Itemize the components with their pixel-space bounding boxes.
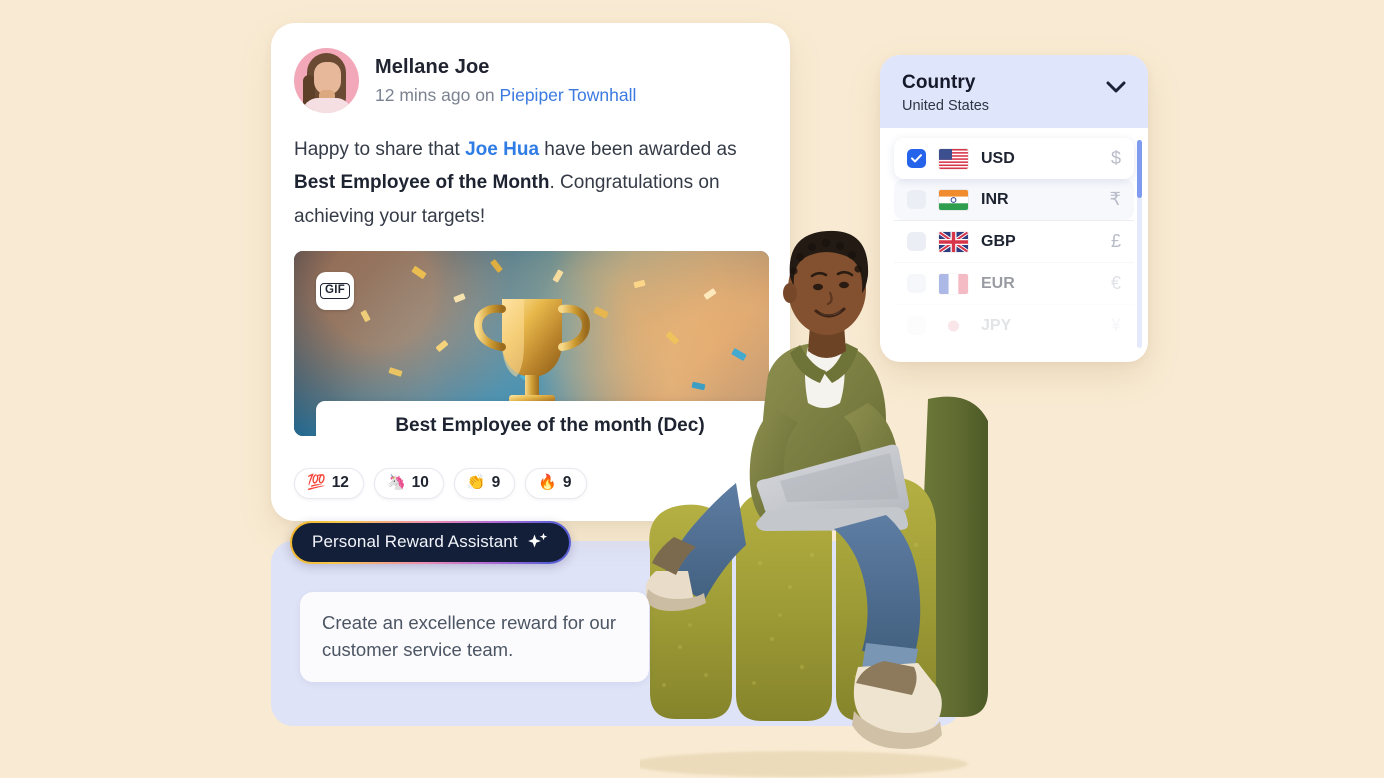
fire-icon: 🔥	[538, 474, 557, 492]
check-icon	[911, 154, 922, 163]
assistant-badge[interactable]: Personal Reward Assistant	[290, 521, 571, 564]
gif-badge-label: GIF	[319, 282, 351, 299]
currency-row[interactable]: INR ₹	[894, 179, 1134, 220]
hundred-points-reaction[interactable]: 💯 12	[294, 467, 364, 499]
clap-reaction[interactable]: 👏 9	[453, 467, 516, 499]
assistant-badge-label: Personal Reward Assistant	[312, 532, 518, 551]
currency-symbol: ₹	[1109, 189, 1121, 209]
chevron-down-icon[interactable]	[1106, 81, 1126, 94]
hero-person-illustration	[640, 230, 988, 777]
reaction-count: 10	[411, 473, 429, 491]
post-text-part2: have been awarded as	[539, 139, 737, 160]
currency-checkbox-usd[interactable]	[907, 149, 926, 168]
currency-row[interactable]: USD $	[894, 138, 1134, 179]
post-timestamp: 12 mins ago on Piepiper Townhall	[375, 84, 636, 107]
award-title: Best Employee of the Month	[294, 172, 550, 194]
assistant-prompt-text: Create an excellence reward for our cust…	[322, 612, 617, 661]
currency-code: USD	[981, 149, 1015, 167]
country-dropdown-header[interactable]: Country United States	[880, 55, 1148, 128]
fire-reaction[interactable]: 🔥 9	[525, 467, 587, 499]
hundred-points-icon: 💯	[307, 474, 326, 492]
author-name: Mellane Joe	[375, 56, 490, 79]
unicorn-icon: 🦄	[386, 474, 406, 492]
flag-us-icon	[939, 148, 968, 169]
unicorn-reaction[interactable]: 🦄 10	[373, 467, 444, 499]
clap-icon: 👏	[466, 474, 486, 492]
reaction-count: 12	[331, 473, 349, 491]
currency-symbol: £	[1110, 231, 1121, 251]
post-header: Mellane Joe 12 mins ago on Piepiper Town…	[294, 48, 767, 113]
post-text-part1: Happy to share that	[294, 139, 466, 160]
channel-link[interactable]: Piepiper Townhall	[500, 85, 637, 105]
avatar	[294, 48, 359, 113]
gif-badge: GIF	[316, 271, 354, 310]
currency-symbol: $	[1110, 148, 1121, 168]
currency-symbol: €	[1110, 273, 1121, 293]
sparkles-icon	[527, 533, 547, 548]
currency-code: INR	[981, 190, 1009, 208]
currency-checkbox-inr[interactable]	[907, 190, 926, 209]
timestamp-text: 12 mins ago on	[375, 85, 500, 106]
screenshot-stage: Mellane Joe 12 mins ago on Piepiper Town…	[0, 0, 1384, 778]
reaction-count: 9	[562, 473, 572, 491]
assistant-prompt-box[interactable]: Create an excellence reward for our cust…	[300, 592, 649, 683]
scrollbar-thumb[interactable]	[1137, 140, 1142, 198]
country-label: Country	[902, 72, 976, 93]
currency-symbol: ¥	[1110, 315, 1121, 335]
user-mention[interactable]: Joe Hua	[465, 139, 539, 160]
currency-list-scrollbar[interactable]	[1137, 140, 1142, 348]
flag-in-icon	[939, 189, 968, 210]
reaction-count: 9	[491, 473, 501, 491]
country-value: United States	[902, 98, 990, 114]
post-author-meta: Mellane Joe 12 mins ago on Piepiper Town…	[375, 54, 636, 107]
